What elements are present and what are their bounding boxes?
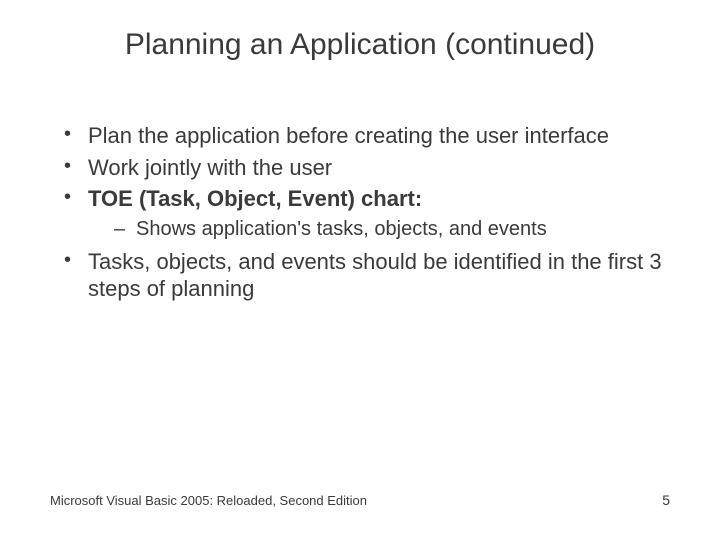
sub-bullet-list: Shows application's tasks, objects, and … [88,217,670,242]
bullet-text-bold: TOE (Task, Object, Event) chart [88,186,415,211]
footer-source: Microsoft Visual Basic 2005: Reloaded, S… [50,493,367,508]
slide: Planning an Application (continued) Plan… [0,0,720,540]
bullet-item: Plan the application before creating the… [64,122,670,150]
bullet-list: Plan the application before creating the… [50,122,670,303]
footer-page-number: 5 [662,492,670,508]
slide-title: Planning an Application (continued) [50,28,670,62]
bullet-text: Plan the application before creating the… [88,123,609,148]
bullet-item: Work jointly with the user [64,154,670,182]
sub-bullet-item: Shows application's tasks, objects, and … [114,217,670,242]
bullet-item: TOE (Task, Object, Event) chart: Shows a… [64,185,670,242]
bullet-text: Tasks, objects, and events should be ide… [88,249,662,302]
sub-bullet-text: Shows application's tasks, objects, and … [136,218,547,240]
bullet-item: Tasks, objects, and events should be ide… [64,248,670,303]
bullet-text: Work jointly with the user [88,155,332,180]
